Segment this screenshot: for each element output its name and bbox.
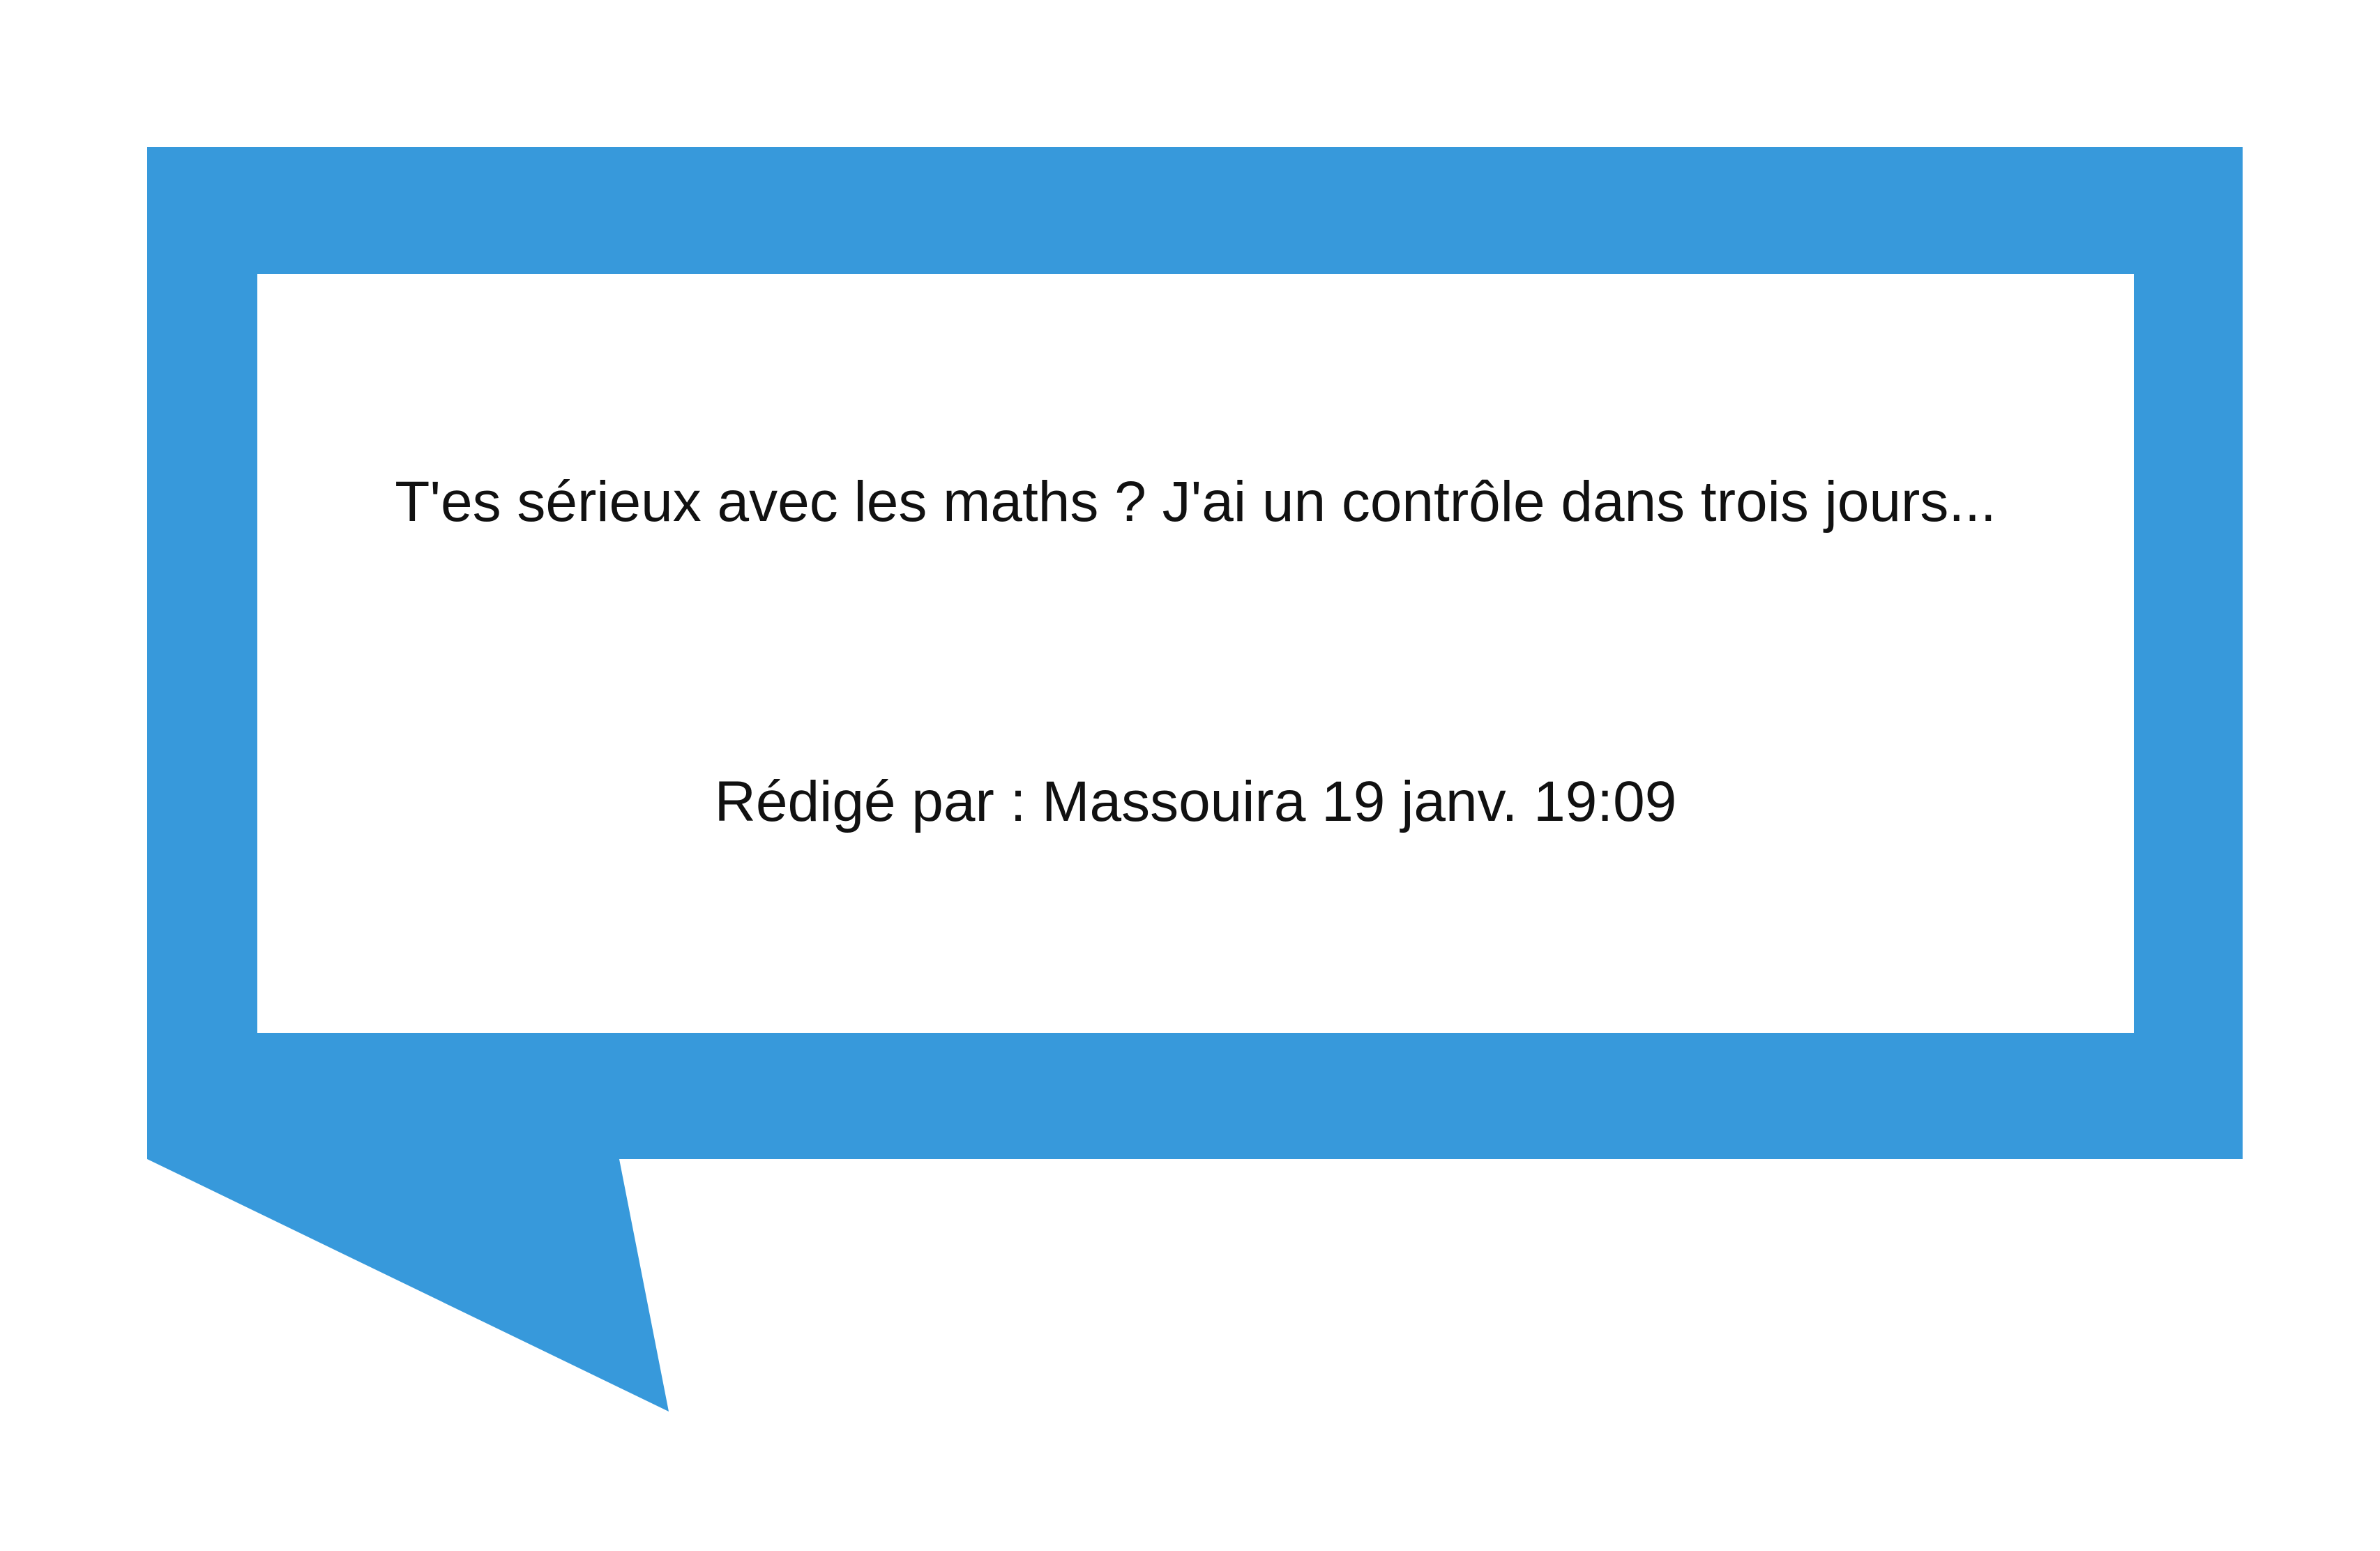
speech-bubble-inner: [257, 274, 2134, 1033]
message-body: T'es sérieux avec les maths ? J'ai un co…: [395, 470, 1996, 534]
message-author-timestamp: Rédigé par : Massouira 19 janv. 19:09: [714, 770, 1677, 833]
